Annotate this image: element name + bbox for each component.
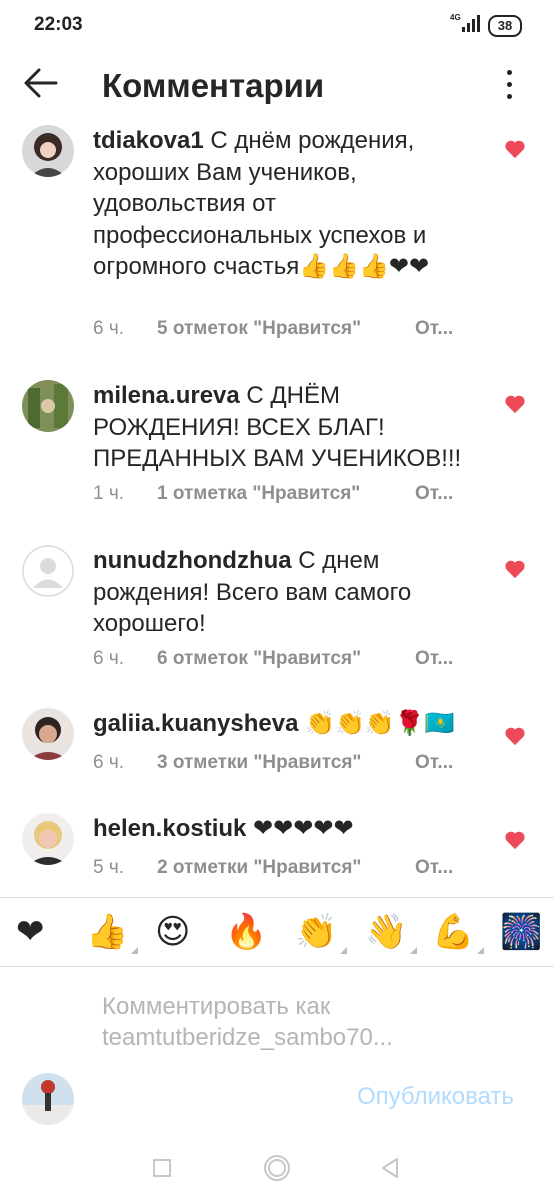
system-nav-bar (0, 1140, 554, 1200)
wave-icon: 👋 (365, 913, 408, 951)
dot-icon (507, 94, 512, 99)
comment-time: 6 ч. (93, 648, 125, 669)
comment-text: ❤❤❤❤❤ (253, 815, 354, 842)
comment-username[interactable]: helen.kostiuk (93, 815, 246, 842)
comment-likes[interactable]: 2 отметки "Нравится" (157, 857, 361, 879)
emoji-heart-button[interactable]: ❤ (16, 912, 45, 952)
comment-time: 5 ч. (93, 857, 125, 878)
heart-icon[interactable] (504, 726, 526, 746)
back-button[interactable] (22, 66, 60, 100)
heart-icon[interactable] (504, 830, 526, 850)
comment-likes[interactable]: 1 отметка "Нравится" (157, 483, 360, 505)
comment-username[interactable]: milena.ureva (93, 382, 240, 409)
status-time: 22:03 (34, 14, 83, 35)
back-nav-button[interactable] (380, 1157, 400, 1179)
arrow-left-icon (24, 68, 58, 98)
heart-icon[interactable] (504, 139, 526, 159)
recent-apps-button[interactable] (152, 1158, 172, 1178)
my-avatar (22, 1073, 74, 1125)
status-bar: 22:03 4G 38 (0, 0, 554, 52)
comment-time: 6 ч. (93, 752, 125, 773)
comment-body: milena.ureva С ДНЁМ РОЖДЕНИЯ! ВСЕХ БЛАГ!… (93, 380, 473, 475)
emoji-wave-button[interactable]: 👋 (365, 912, 418, 954)
emoji-heart-eyes-button[interactable]: 😍 (155, 912, 190, 952)
heart-icon[interactable] (504, 394, 526, 414)
reply-button[interactable]: От... (415, 483, 453, 505)
reply-button[interactable]: От... (415, 318, 453, 340)
comment-time: 6 ч. (93, 318, 125, 339)
battery-icon: 38 (488, 15, 522, 37)
comment-username[interactable]: tdiakova1 (93, 127, 204, 154)
comment-text: 👏👏👏🌹🇰🇿 (305, 710, 455, 737)
comment-time: 1 ч. (93, 483, 125, 504)
clap-icon: 👏 (295, 913, 338, 951)
publish-button[interactable]: Опубликовать (357, 1083, 514, 1111)
emoji-thumbs-up-button[interactable]: 👍 (86, 912, 139, 954)
comment-body: tdiakova1 С днём рождения, хороших Вам у… (93, 125, 473, 283)
avatar[interactable] (22, 125, 74, 177)
emoji-clap-button[interactable]: 👏 (295, 912, 348, 954)
header: Комментарии (0, 52, 554, 116)
dot-icon (507, 70, 512, 75)
comment-body: helen.kostiuk ❤❤❤❤❤ (93, 813, 473, 845)
home-button[interactable] (263, 1154, 291, 1182)
thumbs-up-icon: 👍 (86, 913, 129, 951)
comment-body: nunudzhondzhua С днем рождения! Всего ва… (93, 545, 473, 640)
dot-icon (507, 82, 512, 87)
emoji-fireworks-button[interactable]: 🎆 (500, 912, 542, 952)
emoji-bar: ❤ 👍 😍 🔥 👏 👋 💪 🎆 (0, 897, 554, 967)
comment-username[interactable]: galiia.kuanysheva (93, 710, 298, 737)
comment-likes[interactable]: 5 отметок "Нравится" (157, 318, 361, 340)
comment-input[interactable]: Комментировать как teamtutberidze_sambo7… (102, 991, 393, 1053)
avatar[interactable] (22, 708, 74, 760)
reply-button[interactable]: От... (415, 857, 453, 879)
avatar[interactable] (22, 813, 74, 865)
signal-icon (460, 14, 480, 32)
comment-body: galiia.kuanysheva 👏👏👏🌹🇰🇿 (93, 708, 473, 740)
comment-username[interactable]: nunudzhondzhua (93, 547, 292, 574)
heart-icon[interactable] (504, 559, 526, 579)
comment-likes[interactable]: 6 отметок "Нравится" (157, 648, 361, 670)
avatar[interactable] (22, 545, 74, 597)
muscle-icon: 💪 (432, 913, 475, 951)
emoji-fire-button[interactable]: 🔥 (225, 912, 267, 952)
avatar[interactable] (22, 380, 74, 432)
page-title: Комментарии (102, 67, 325, 104)
emoji-muscle-button[interactable]: 💪 (432, 912, 485, 954)
reply-button[interactable]: От... (415, 648, 453, 670)
reply-button[interactable]: От... (415, 752, 453, 774)
more-options-button[interactable] (498, 66, 522, 104)
comment-composer: Комментировать как teamtutberidze_sambo7… (0, 967, 554, 1147)
comment-likes[interactable]: 3 отметки "Нравится" (157, 752, 361, 774)
